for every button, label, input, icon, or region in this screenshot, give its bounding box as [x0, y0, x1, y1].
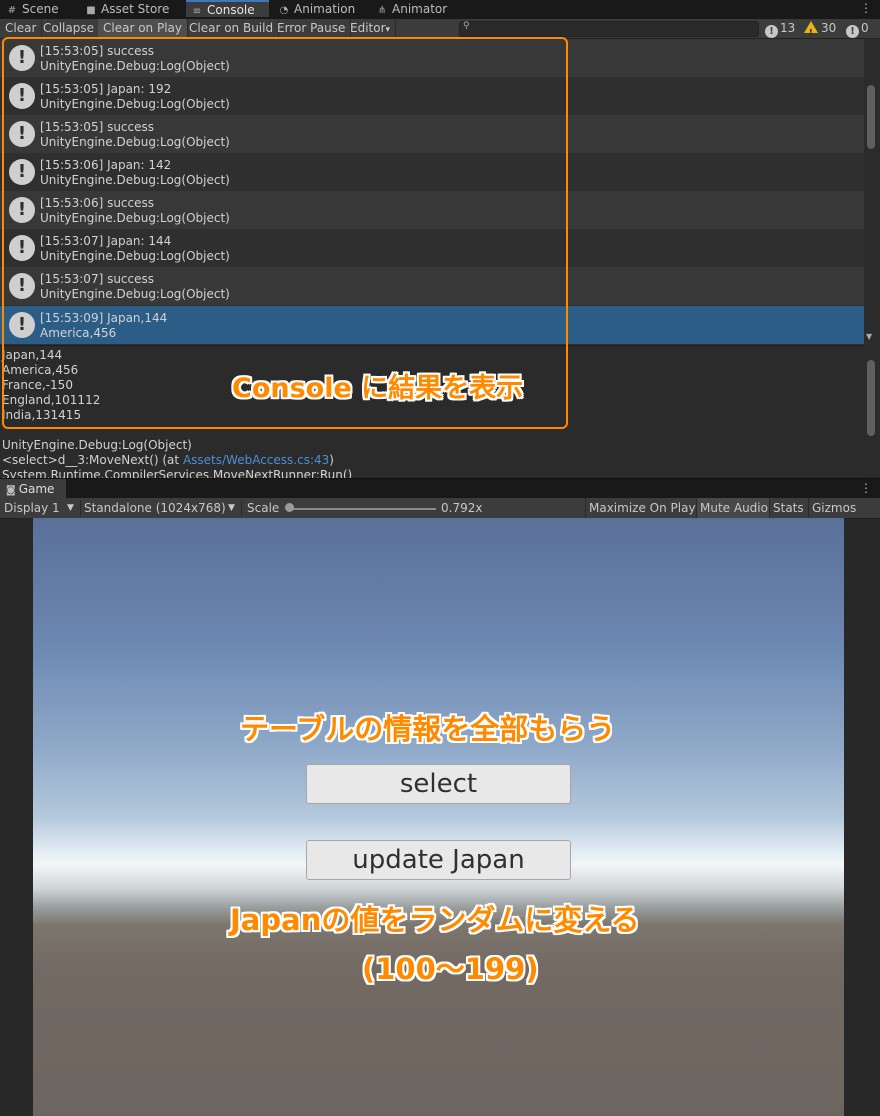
- source-link[interactable]: Assets/WebAccess.cs:43: [183, 453, 329, 467]
- game-toolbar: Display 1 ▼ Standalone (1024x768) ▼ Scal…: [0, 498, 880, 519]
- dropdown-arrow-icon[interactable]: ▼: [67, 498, 74, 518]
- editor-dropdown[interactable]: Editor▾: [345, 19, 397, 38]
- error-icon: !: [846, 25, 859, 38]
- game-tab-bar: ◙ Game ⋮: [0, 478, 880, 499]
- editor-tab-bar: # Scene ■ Asset Store ≡ Console ◔ Animation …: [0, 0, 880, 20]
- detail-scroll-thumb[interactable]: [867, 360, 875, 436]
- tab-label: Asset Store: [101, 2, 170, 16]
- dropdown-arrow-icon[interactable]: ▼: [228, 498, 235, 518]
- log-count: 13: [780, 21, 796, 35]
- clear-on-build-toggle[interactable]: Clear on Build: [184, 19, 280, 38]
- game-menu-icon[interactable]: ⋮: [860, 481, 872, 495]
- scale-label: Scale: [247, 501, 280, 515]
- tab-label: Scene: [22, 2, 59, 16]
- clear-button[interactable]: Clear: [0, 19, 43, 38]
- divider: [80, 500, 81, 516]
- tab-label: Console: [207, 3, 255, 17]
- tab-animator[interactable]: ⋔ Animator: [376, 0, 447, 19]
- info-icon: !: [765, 25, 778, 38]
- resolution-label: Standalone (1024x768): [84, 501, 226, 515]
- tab-menu-icon[interactable]: ⋮: [860, 1, 872, 15]
- trace-prefix: <select>d__3:MoveNext() (at: [2, 453, 183, 467]
- tab-label: Animator: [392, 2, 448, 16]
- maximize-on-play-toggle[interactable]: Maximize On Play: [585, 498, 699, 518]
- stats-toggle[interactable]: Stats: [769, 498, 807, 518]
- log-count-toggle[interactable]: ! 13: [765, 19, 795, 38]
- display-dropdown[interactable]: Display 1: [4, 498, 60, 518]
- stack-trace-line: System.Runtime.CompilerServices.MoveNext…: [2, 468, 353, 478]
- tab-asset-store[interactable]: ■ Asset Store: [85, 0, 169, 19]
- annotation-range: (100〜199): [362, 952, 539, 986]
- error-count: 0: [861, 21, 869, 35]
- warning-count-toggle[interactable]: ! 30: [804, 19, 836, 38]
- divider: [241, 500, 242, 516]
- display-label: Display 1: [4, 501, 60, 515]
- console-toolbar: Clear Collapse Clear on Play Clear on Bu…: [0, 19, 880, 39]
- search-input[interactable]: ⚲: [459, 21, 759, 37]
- select-button[interactable]: select: [306, 764, 571, 804]
- editor-label: Editor: [350, 21, 386, 35]
- log-list-scroll-thumb[interactable]: [867, 85, 875, 149]
- mute-audio-toggle[interactable]: Mute Audio: [696, 498, 771, 518]
- resolution-dropdown[interactable]: Standalone (1024x768): [84, 498, 226, 518]
- annotation-update: Japanの値をランダムに変える: [230, 903, 640, 937]
- animator-icon: ⋔: [377, 5, 387, 16]
- scale-value: 0.792x: [441, 501, 483, 515]
- trace-suffix: ): [329, 453, 334, 467]
- stack-trace-line: UnityEngine.Debug:Log(Object): [2, 438, 192, 452]
- game-viewport[interactable]: [33, 518, 844, 1116]
- scene-icon: #: [7, 5, 17, 16]
- annotation-console: Console に結果を表示: [232, 373, 524, 404]
- scroll-down-arrow-icon[interactable]: ▼: [866, 332, 872, 341]
- asset-store-icon: ■: [86, 5, 96, 16]
- annotation-select: テーブルの情報を全部もらう: [240, 712, 616, 746]
- tab-label: Animation: [294, 2, 356, 16]
- gamepad-icon: ◙: [6, 485, 16, 496]
- collapse-button[interactable]: Collapse: [38, 19, 100, 38]
- dropdown-arrow-icon: ▾: [385, 25, 391, 35]
- stack-trace-line: <select>d__3:MoveNext() (at Assets/WebAc…: [2, 453, 334, 467]
- warning-count: 30: [821, 21, 837, 35]
- tab-game[interactable]: ◙ Game: [0, 479, 66, 499]
- console-icon: ≡: [192, 6, 202, 17]
- warning-icon: !: [804, 21, 818, 37]
- animation-icon: ◔: [279, 5, 289, 16]
- update-japan-button[interactable]: update Japan: [306, 840, 571, 880]
- scale-slider-handle[interactable]: [285, 503, 294, 512]
- tab-label: Game: [18, 482, 55, 496]
- clear-on-play-toggle[interactable]: Clear on Play: [98, 19, 188, 38]
- error-pause-toggle[interactable]: Error Pause: [272, 19, 352, 38]
- error-count-toggle[interactable]: ! 0: [846, 19, 869, 38]
- tab-console[interactable]: ≡ Console: [186, 0, 269, 17]
- tab-animation[interactable]: ◔ Animation: [278, 0, 356, 19]
- gizmos-toggle[interactable]: Gizmos: [808, 498, 860, 518]
- search-icon: ⚲: [463, 21, 470, 31]
- scale-slider-track[interactable]: [288, 508, 436, 510]
- tab-scene[interactable]: # Scene: [6, 0, 59, 19]
